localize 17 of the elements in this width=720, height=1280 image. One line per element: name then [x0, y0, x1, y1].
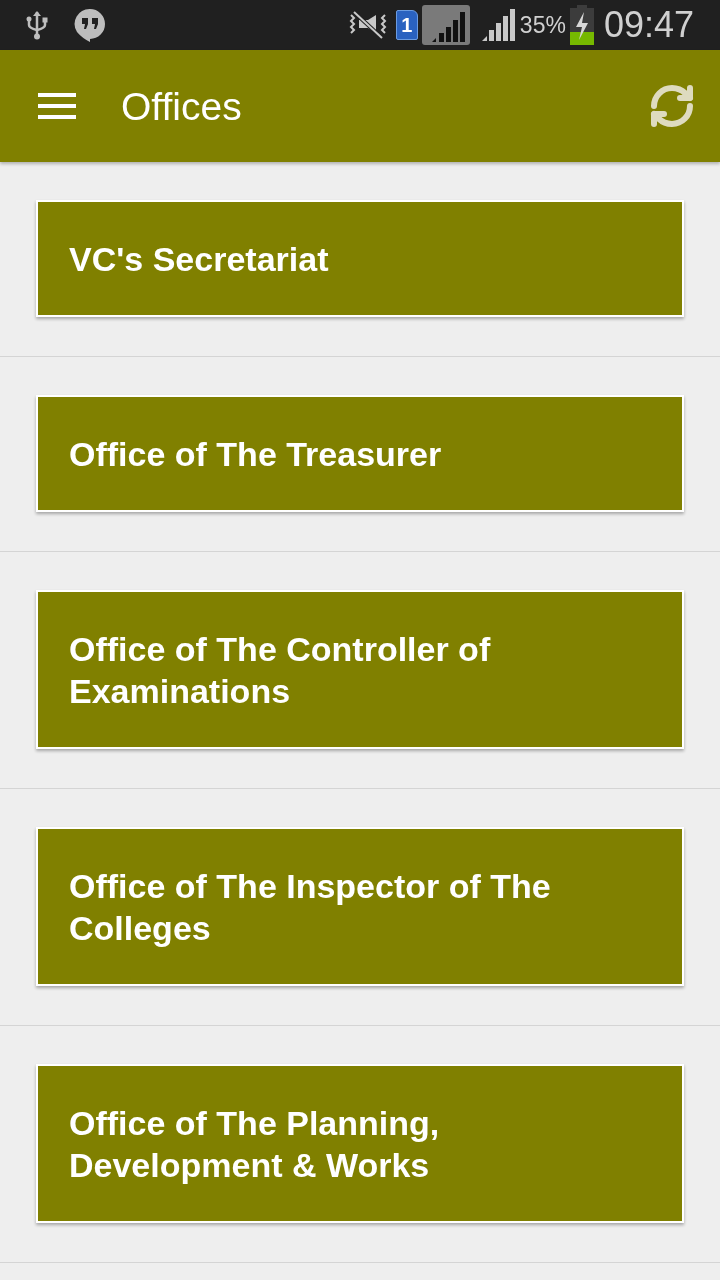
- battery-percentage: 35%: [519, 13, 566, 37]
- clock-time: 09:47: [603, 7, 694, 43]
- screen-title: Offices: [121, 86, 242, 126]
- signal-bars-icon: [481, 9, 516, 41]
- menu-icon[interactable]: [38, 92, 76, 120]
- battery-charging-icon: [569, 5, 594, 45]
- office-item[interactable]: Office of The Inspector of The Colleges: [36, 827, 684, 986]
- usb-icon: [26, 10, 48, 40]
- refresh-icon[interactable]: [648, 82, 696, 130]
- office-item[interactable]: Office of The Controller of Examinations: [36, 590, 684, 749]
- office-item[interactable]: Office of The Treasurer: [36, 395, 684, 512]
- signal-strength-icon: [421, 5, 470, 45]
- sim-indicator: 1: [395, 10, 418, 40]
- chat-bubble-icon: [74, 8, 106, 42]
- office-item[interactable]: Office of The Planning, Development & Works: [36, 1064, 684, 1223]
- office-item[interactable]: VC's Secretariat: [36, 200, 684, 317]
- vibrate-off-icon: [347, 11, 388, 39]
